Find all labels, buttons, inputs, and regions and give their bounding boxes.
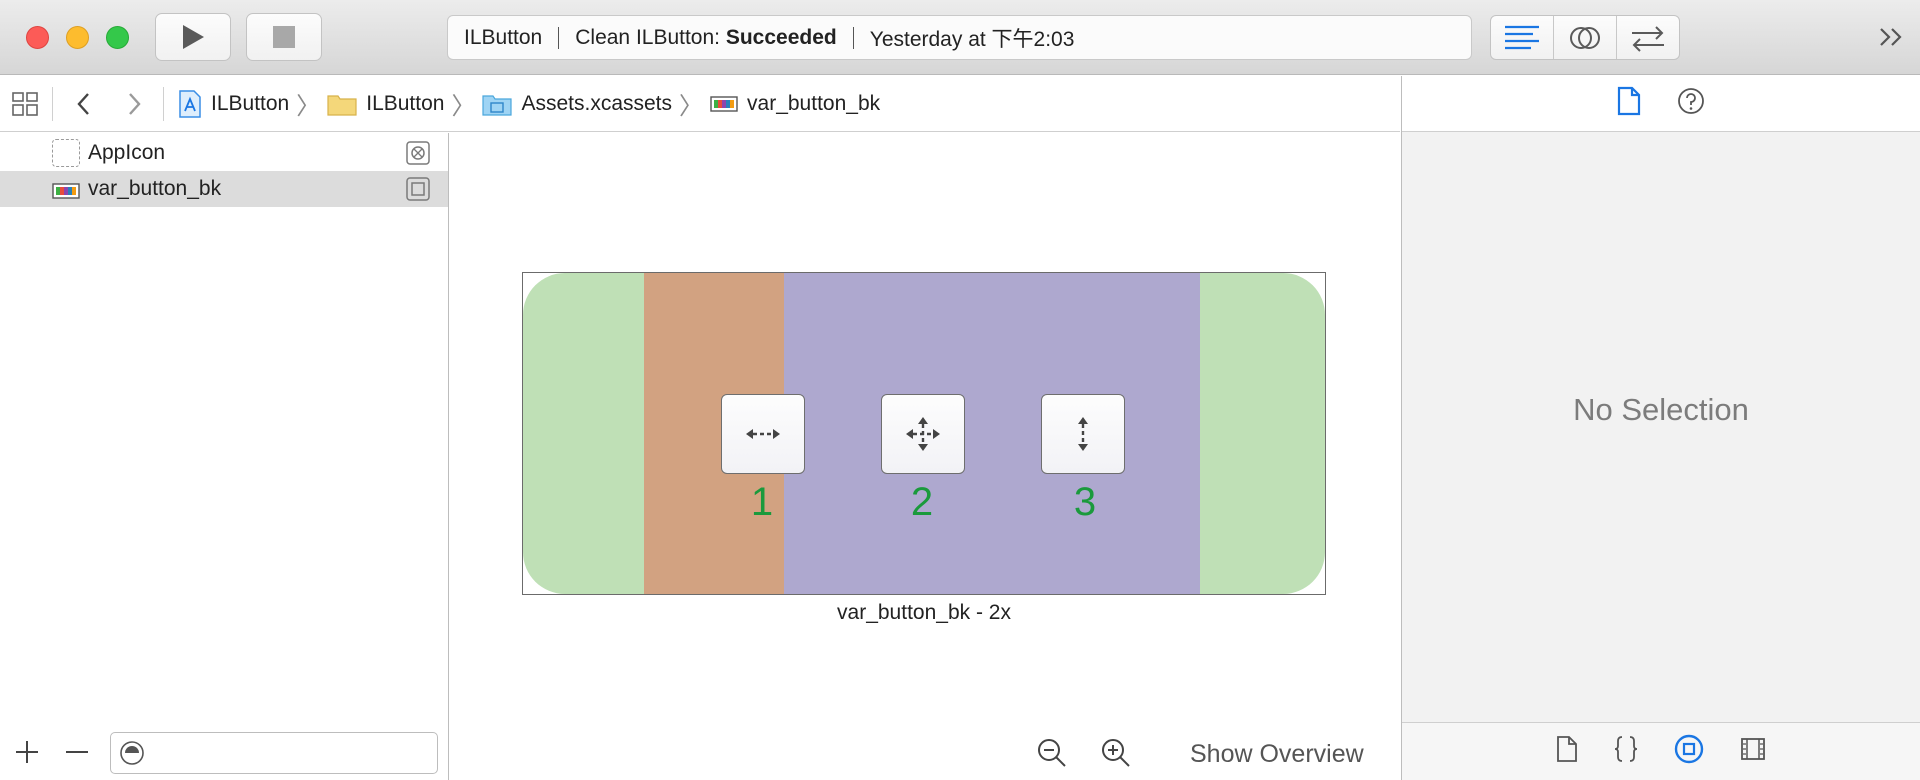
right-cap-region — [1200, 273, 1325, 594]
image-set-icon — [52, 183, 80, 199]
zoom-out-icon[interactable] — [1036, 737, 1068, 774]
media-library-tab[interactable] — [1740, 736, 1766, 767]
standard-editor-button[interactable] — [1491, 16, 1554, 59]
breadcrumb-project[interactable]: ILButton — [178, 89, 290, 118]
folder-icon — [327, 94, 357, 116]
breadcrumb-group[interactable]: ILButton — [327, 92, 444, 116]
asset-label: AppIcon — [88, 141, 166, 164]
asset-row-var-button-bk[interactable]: var_button_bk — [0, 171, 448, 207]
filter-icon — [120, 741, 144, 765]
jumpbar-divider — [163, 86, 164, 121]
breadcrumb-label: Assets.xcassets — [521, 91, 673, 115]
code-snippet-library-tab[interactable] — [1614, 735, 1638, 768]
activity-status-prefix: Clean ILButton: — [575, 25, 720, 49]
close-window-button[interactable] — [26, 26, 49, 49]
asset-row-appicon[interactable]: AppIcon — [0, 135, 448, 171]
object-library-tab[interactable] — [1674, 734, 1704, 769]
zoom-in-icon[interactable] — [1100, 737, 1132, 774]
version-editor-icon — [1632, 25, 1664, 52]
object-library-icon — [1674, 734, 1704, 764]
universal-badge-icon — [406, 141, 430, 165]
toolbar-overflow-chevron-icon[interactable] — [1876, 22, 1906, 52]
image-set-badge-icon — [406, 177, 430, 201]
asset-catalog-sidebar: AppIcon var_button_bk — [0, 133, 449, 780]
slice-vertically-button[interactable] — [1041, 394, 1125, 474]
jumpbar-divider — [52, 86, 53, 121]
slice-number-label: 2 — [910, 480, 934, 524]
inspector-panel: No Selection — [1401, 76, 1920, 780]
activity-scheme: ILButton — [464, 25, 543, 49]
slice-number-label: 1 — [750, 480, 774, 524]
minimize-window-button[interactable] — [66, 26, 89, 49]
stop-button[interactable] — [246, 13, 322, 61]
image-set-icon — [710, 95, 738, 112]
assistant-editor-icon — [1570, 26, 1600, 49]
standard-editor-icon — [1505, 25, 1539, 49]
slicing-preview: 1 2 3 — [522, 272, 1326, 595]
slice-number-label: 3 — [1073, 480, 1097, 524]
breadcrumb-separator-icon: 〉 — [679, 93, 704, 120]
remove-asset-minus-icon[interactable] — [64, 739, 90, 770]
file-template-icon — [1557, 736, 1577, 762]
show-overview-button[interactable]: Show Overview — [1190, 740, 1364, 769]
asset-filter-input[interactable] — [110, 732, 438, 774]
help-icon — [1678, 88, 1704, 114]
play-icon — [183, 25, 204, 49]
related-items-grid-icon[interactable] — [10, 89, 40, 119]
file-icon — [1617, 86, 1641, 116]
slice-both-button[interactable] — [881, 394, 965, 474]
library-tabs — [1402, 722, 1920, 780]
jump-bar: ILButton 〉 ILButton 〉 Assets.xcassets 〉 … — [0, 76, 1400, 132]
editor-footer: Show Overview — [450, 722, 1400, 780]
no-selection-label: No Selection — [1573, 392, 1749, 427]
asset-list-footer — [0, 722, 448, 780]
file-inspector-tab[interactable] — [1616, 86, 1642, 121]
asset-catalog-folder-icon — [482, 94, 513, 116]
xcode-project-icon — [179, 89, 201, 118]
vertical-arrows-icon — [1078, 417, 1088, 451]
breadcrumb-label: var_button_bk — [747, 91, 881, 115]
breadcrumb-asset-catalog[interactable]: Assets.xcassets — [482, 92, 672, 116]
horizontal-arrows-icon — [746, 429, 780, 439]
window-toolbar: ILButton Clean ILButton: Succeeded Yeste… — [0, 0, 1920, 75]
inspector-tabs — [1402, 76, 1920, 132]
activity-viewer: ILButton Clean ILButton: Succeeded Yeste… — [447, 15, 1472, 60]
version-editor-button[interactable] — [1617, 16, 1679, 59]
breadcrumb-label: ILButton — [211, 91, 290, 115]
zoom-window-button[interactable] — [106, 26, 129, 49]
activity-timestamp: Yesterday at 下午2:03 — [869, 27, 1075, 51]
activity-divider — [852, 26, 854, 49]
curly-braces-icon — [1614, 736, 1638, 762]
film-strip-icon — [1741, 738, 1765, 760]
center-stretch-region — [784, 273, 1200, 594]
editor-mode-segmented-control — [1490, 15, 1680, 60]
forward-chevron-icon[interactable] — [119, 89, 149, 119]
breadcrumb-separator-icon: 〉 — [296, 93, 321, 120]
run-button[interactable] — [155, 13, 231, 61]
breadcrumb-label: ILButton — [366, 91, 445, 115]
activity-status-result: Succeeded — [725, 25, 837, 49]
quick-help-tab[interactable] — [1676, 86, 1706, 121]
slice-horizontally-button[interactable] — [721, 394, 805, 474]
assistant-editor-button[interactable] — [1554, 16, 1617, 59]
asset-editor-canvas: 1 2 3 var_button_bk - 2x Show Overview — [450, 133, 1400, 780]
asset-label: var_button_bk — [88, 177, 222, 200]
app-icon-placeholder-icon — [52, 139, 80, 167]
stop-icon — [273, 26, 295, 48]
activity-divider — [558, 26, 560, 49]
back-chevron-icon[interactable] — [69, 89, 99, 119]
add-asset-plus-icon[interactable] — [14, 739, 40, 770]
breadcrumb-image-set[interactable]: var_button_bk — [710, 92, 880, 116]
file-template-library-tab[interactable] — [1556, 735, 1578, 768]
image-caption: var_button_bk - 2x — [837, 601, 1011, 624]
breadcrumb-separator-icon: 〉 — [451, 93, 476, 120]
left-cap-region — [523, 273, 644, 594]
four-way-arrows-icon — [906, 417, 940, 451]
